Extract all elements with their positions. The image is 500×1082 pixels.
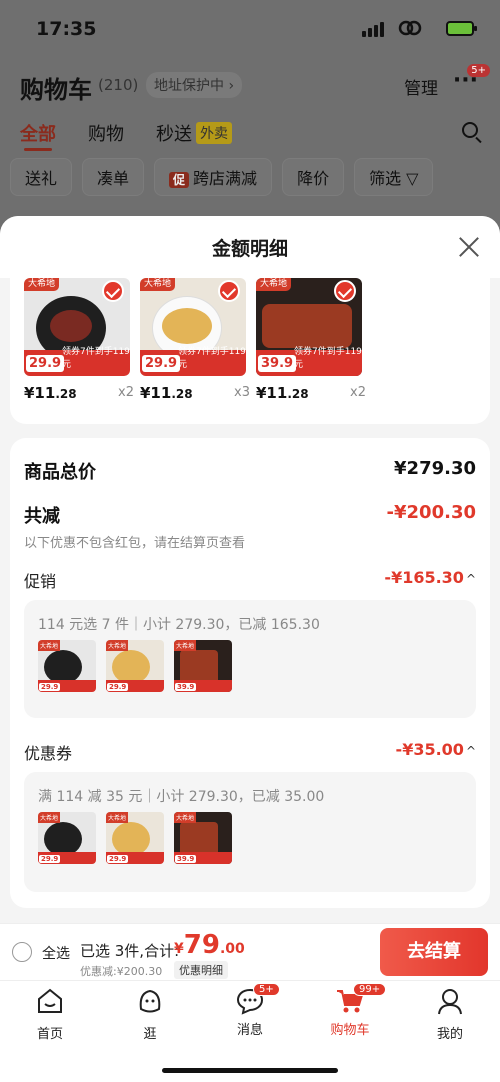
chip-cross-store-label: 跨店满减 [193,169,258,188]
tab-instant[interactable]: 秒送 [156,120,192,146]
saved-amount: 优惠减:¥200.30 [80,965,163,978]
checked-icon [334,280,356,302]
brand-label: 大希地 [256,278,292,291]
mini-thumbnail: 大希地 39.9 [174,812,232,864]
status-time: 17:35 [36,18,97,40]
quantity: x2 [118,385,134,400]
discount-note: 以下优惠不包含红包，请在结算页查看 [24,536,246,551]
goods-total-label: 商品总价 [24,462,96,483]
tab-home[interactable]: 首页 [10,987,90,1042]
product-item[interactable]: 大希地 39.9 领券7件到手119元 ¥11.28 x2 [256,278,366,402]
promo-tag: 促 [169,172,190,188]
product-thumbnail: 大希地 29.9 领券7件到手119元 [24,278,130,376]
mini-thumbnail: 大希地 29.9 [106,640,164,692]
chevron-up-icon: ^ [465,572,476,586]
selected-summary: 已选 3件,合计: [80,942,180,960]
checkout-bar: 全选 已选 3件,合计: ¥79.00 优惠减:¥200.30 优惠明细 去结算 [0,923,500,980]
product-item[interactable]: 大希地 29.9 领券7件到手119元 ¥11.28 x2 [24,278,134,402]
close-icon[interactable] [456,234,482,260]
quantity: x3 [234,385,250,400]
tab-me[interactable]: 我的 [410,987,490,1042]
select-all-label[interactable]: 全选 [42,943,70,963]
amount-card: 商品总价 ¥279.30 共减 -¥200.30 以下优惠不包含红包，请在结算页… [10,438,490,908]
mini-thumbnail: 大希地 29.9 [38,640,96,692]
tab-messages[interactable]: 5+ 消息 [210,983,290,1038]
chevron-up-icon: ^ [465,744,476,758]
address-protection[interactable]: 地址保护中 › [146,72,243,98]
status-bar: 17:35 [0,0,500,58]
coupon-desc: 满 114 减 35 元｜小计 279.30，已减 35.00 [38,789,325,805]
price-tag: 29.9 [26,355,65,372]
sheet-title: 金额明细 [211,238,288,260]
promo-detail-box: 114 元选 7 件｜小计 279.30，已减 165.30 大希地 29.9 大… [24,600,476,718]
tab-browse[interactable]: 逛 [110,987,190,1042]
cart-tabs: 全部 购物 秒送 外卖 [20,120,232,146]
profile-icon [438,989,462,1015]
more-badge: 5+ [467,64,490,77]
brand-label: 大希地 [24,278,60,291]
battery-icon [446,21,477,36]
cart-count: (210) [98,76,139,94]
chip-cross-store[interactable]: 促跨店满减 [154,158,273,196]
home-icon [38,988,62,1013]
manage-button[interactable]: 管理 [404,74,438,99]
promo-label: 促销 [24,572,57,591]
goods-total-value: ¥279.30 [394,458,476,479]
product-item[interactable]: 大希地 29.9 领券7件到手119元 ¥11.28 x3 [140,278,250,402]
tab-all[interactable]: 全部 [20,120,56,146]
discount-detail-button[interactable]: 优惠明细 [174,961,228,979]
coupon-detail-box: 满 114 减 35 元｜小计 279.30，已减 35.00 大希地 29.9 … [24,772,476,892]
browse-icon [139,989,161,1013]
checkout-button[interactable]: 去结算 [380,928,488,976]
chip-gift[interactable]: 送礼 [10,158,73,196]
discount-value: -¥200.30 [386,502,476,523]
mini-thumbnail: 大希地 29.9 [38,812,96,864]
product-thumbnail: 大希地 39.9 领券7件到手119元 [256,278,362,376]
price-tag: 39.9 [258,355,297,372]
coupon-text: 领券7件到手119元 [62,347,130,370]
chip-combine[interactable]: 凑单 [82,158,145,196]
product-thumbnail: 大希地 29.9 领券7件到手119元 [140,278,246,376]
coupon-value[interactable]: -¥35.00 ^ [396,740,476,759]
coupon-text: 领券7件到手119元 [294,347,362,370]
promo-desc: 114 元选 7 件｜小计 279.30，已减 165.30 [38,617,320,633]
quantity: x2 [350,385,366,400]
filter-chips: 送礼 凑单 促跨店满减 降价 筛选 ▽ [10,158,434,196]
select-all-radio[interactable] [12,942,32,962]
messages-badge: 5+ [253,983,280,996]
mini-thumbnail: 大希地 39.9 [174,640,232,692]
chip-price-drop[interactable]: 降价 [282,158,345,196]
coupon-text: 领券7件到手119元 [178,347,246,370]
discount-label: 共减 [24,506,60,527]
total-price: ¥79.00 [174,930,245,960]
takeout-tag: 外卖 [196,122,232,144]
cart-page-background: 购物车 (210) 地址保护中 › 管理 ··· 5+ 全部 购物 秒送 外卖 送… [0,58,500,218]
mini-thumbnail: 大希地 29.9 [106,812,164,864]
link-icon [398,20,422,36]
price-tag: 29.9 [142,355,181,372]
search-icon[interactable] [462,122,478,138]
signal-icon [362,22,384,37]
chip-filter[interactable]: 筛选 ▽ [354,158,434,196]
promo-value[interactable]: -¥165.30 ^ [384,568,476,587]
tab-shopping[interactable]: 购物 [88,120,124,146]
cart-title: 购物车 [20,76,92,104]
bottom-tab-bar: 首页 逛 5+ 消息 99+ 购物车 我的 [0,980,500,1082]
tab-cart[interactable]: 99+ 购物车 [310,983,390,1038]
checked-icon [218,280,240,302]
brand-label: 大希地 [140,278,176,291]
more-button[interactable]: ··· 5+ [453,64,490,93]
cart-badge: 99+ [353,983,387,996]
home-indicator [162,1068,338,1073]
amount-detail-sheet: 金额明细 大希地 29.9 领券7件到手119元 ¥11.28 x2 大希地 2… [0,216,500,923]
coupon-label: 优惠券 [24,744,73,763]
sheet-header: 金额明细 [0,216,500,278]
tab-underline [24,148,52,151]
checked-icon [102,280,124,302]
